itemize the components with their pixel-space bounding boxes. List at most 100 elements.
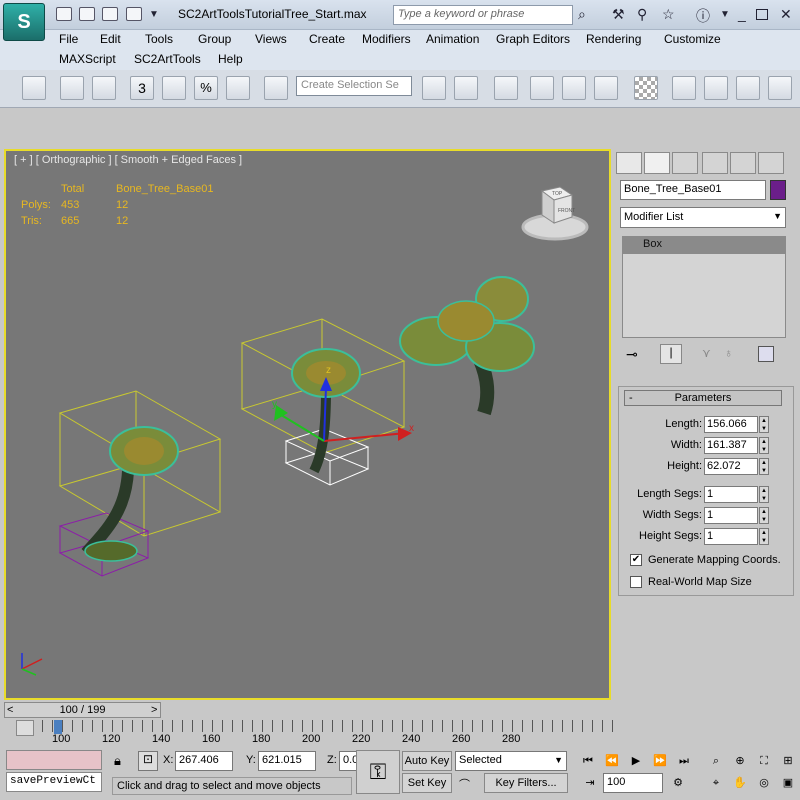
menu-modifiers[interactable]: Modifiers <box>362 32 411 46</box>
angle-snap-icon[interactable] <box>162 76 186 100</box>
width-segs-spinner[interactable]: ▲ ▼ <box>759 507 769 524</box>
time-slider[interactable]: < 100 / 199 > <box>4 702 161 718</box>
pan-view-icon[interactable]: ✋ <box>730 773 750 793</box>
go-to-end-icon[interactable]: ⏭ <box>674 751 694 771</box>
current-frame-marker[interactable] <box>54 720 62 734</box>
zoom-icon[interactable]: ⌕ <box>706 751 726 771</box>
pin-stack-icon[interactable]: ⊸ <box>626 346 638 363</box>
zoom-extents-all-icon[interactable]: ⊞ <box>778 751 798 771</box>
stack-item-box[interactable]: Box <box>623 237 785 254</box>
display-tab-icon[interactable] <box>730 152 756 174</box>
mirror-icon[interactable] <box>422 76 446 100</box>
spinner-snap-icon[interactable] <box>226 76 250 100</box>
selection-set-dropdown[interactable]: Create Selection Se <box>296 76 412 96</box>
modifier-list-dropdown[interactable]: Modifier List ▼ <box>620 207 786 228</box>
time-configuration-icon[interactable]: ⚙ <box>668 773 688 793</box>
height-field[interactable]: 62.072 <box>704 458 758 475</box>
length-spinner[interactable]: ▲ ▼ <box>759 416 769 433</box>
show-end-result-icon[interactable]: | <box>660 344 682 364</box>
length-segs-spinner[interactable]: ▲ ▼ <box>759 486 769 503</box>
track-bar[interactable]: 100 120 140 160 180 200 220 240 260 280 <box>4 718 616 748</box>
auto-key-button[interactable]: Auto Key <box>402 751 452 771</box>
height-segs-spinner[interactable]: ▲ ▼ <box>759 528 769 545</box>
field-of-view-icon[interactable]: ⌖ <box>706 773 726 793</box>
maxscript-listener-input[interactable]: savePreviewCt <box>6 772 102 792</box>
menu-create[interactable]: Create <box>309 32 345 46</box>
key-filters-button[interactable]: Key Filters... <box>484 773 568 793</box>
make-unique-icon[interactable]: ⋎ <box>702 346 711 360</box>
parameters-rollout-header[interactable]: - Parameters <box>624 390 782 406</box>
snap-toggle-icon[interactable]: 3 <box>130 76 154 100</box>
maximize-viewport-icon[interactable]: ▣ <box>778 773 798 793</box>
width-field[interactable]: 161.387 <box>704 437 758 454</box>
next-frame-icon[interactable]: ⏩ <box>650 751 670 771</box>
help-dropdown-icon[interactable]: ▼ <box>720 9 730 20</box>
render-setup-icon[interactable] <box>634 76 658 100</box>
save-file-icon[interactable] <box>102 7 118 21</box>
menu-edit[interactable]: Edit <box>100 32 121 46</box>
object-name-field[interactable]: Bone_Tree_Base01 <box>620 180 766 200</box>
render-production-icon[interactable] <box>704 76 728 100</box>
play-icon[interactable]: ▶ <box>626 751 646 771</box>
search-icon[interactable]: ⌕ <box>578 6 586 23</box>
zoom-extents-icon[interactable]: ⛶ <box>754 751 774 771</box>
menu-customize[interactable]: Customize <box>664 32 721 46</box>
previous-frame-icon[interactable]: ⏪ <box>602 751 622 771</box>
lock-selection-icon[interactable]: 🔒︎ <box>114 753 121 769</box>
bind-to-space-warp-icon[interactable] <box>92 76 116 100</box>
render-iterative-icon[interactable] <box>736 76 760 100</box>
new-file-icon[interactable] <box>56 7 72 21</box>
length-field[interactable]: 156.066 <box>704 416 758 433</box>
maximize-icon[interactable] <box>756 9 768 20</box>
set-key-button[interactable]: Set Key <box>402 773 452 793</box>
curve-editor-icon[interactable] <box>530 76 554 100</box>
motion-tab-icon[interactable] <box>702 152 728 174</box>
create-tab-icon[interactable] <box>616 152 642 174</box>
configure-modifier-sets-icon[interactable] <box>758 346 774 362</box>
generate-mapping-checkbox[interactable]: ✔ <box>630 554 642 566</box>
menu-animation[interactable]: Animation <box>426 32 479 46</box>
modify-tab-icon[interactable] <box>644 152 670 174</box>
default-in-out-tangents-icon[interactable]: ⌒ <box>459 776 470 792</box>
length-segs-field[interactable]: 1 <box>704 486 758 503</box>
favorites-star-icon[interactable]: ☆ <box>662 6 675 23</box>
communication-center-icon[interactable]: ⚲ <box>637 6 647 23</box>
app-logo-icon[interactable]: S <box>3 3 45 41</box>
zoom-all-icon[interactable]: ⊕ <box>730 751 750 771</box>
go-to-start-icon[interactable]: ⏮ <box>578 751 598 771</box>
width-spinner[interactable]: ▲ ▼ <box>759 437 769 454</box>
y-coord-field[interactable]: 621.015 <box>258 751 316 771</box>
rendered-frame-window-icon[interactable] <box>672 76 696 100</box>
menu-views[interactable]: Views <box>255 32 287 46</box>
current-frame-field[interactable]: 100 <box>603 773 663 793</box>
open-file-icon[interactable] <box>79 7 95 21</box>
menu-sc2arttools[interactable]: SC2ArtTools <box>134 52 201 66</box>
height-segs-field[interactable]: 1 <box>704 528 758 545</box>
utilities-tab-icon[interactable] <box>758 152 784 174</box>
select-and-link-icon[interactable] <box>60 76 84 100</box>
search-input[interactable]: Type a keyword or phrase <box>393 5 573 25</box>
maxscript-listener-output[interactable] <box>6 750 102 770</box>
menu-group[interactable]: Group <box>198 32 231 46</box>
edit-named-selection-icon[interactable] <box>264 76 288 100</box>
percent-snap-icon[interactable]: % <box>194 76 218 100</box>
tools-icon[interactable]: ⚒ <box>612 6 625 23</box>
key-mode-toggle-icon[interactable]: ⇥ <box>580 773 600 793</box>
menu-tools[interactable]: Tools <box>145 32 173 46</box>
layer-manager-icon[interactable] <box>494 76 518 100</box>
absolute-mode-transform-icon[interactable]: ⊡ <box>138 751 158 771</box>
hierarchy-tab-icon[interactable] <box>672 152 698 174</box>
real-world-map-checkbox[interactable] <box>630 576 642 588</box>
undo-icon[interactable] <box>22 76 46 100</box>
set-key-icon[interactable]: ⚿ <box>356 750 400 794</box>
material-editor-icon[interactable] <box>594 76 618 100</box>
time-slider-next-button[interactable]: > <box>151 704 157 716</box>
align-icon[interactable] <box>454 76 478 100</box>
quick-access-dropdown-icon[interactable]: ▼ <box>149 9 159 20</box>
menu-maxscript[interactable]: MAXScript <box>59 52 116 66</box>
menu-file[interactable]: File <box>59 32 78 46</box>
close-icon[interactable]: ✕ <box>780 6 792 23</box>
project-folder-icon[interactable] <box>126 7 142 21</box>
modifier-stack[interactable]: Box <box>622 236 786 338</box>
help-icon[interactable]: ⓘ <box>696 6 710 26</box>
